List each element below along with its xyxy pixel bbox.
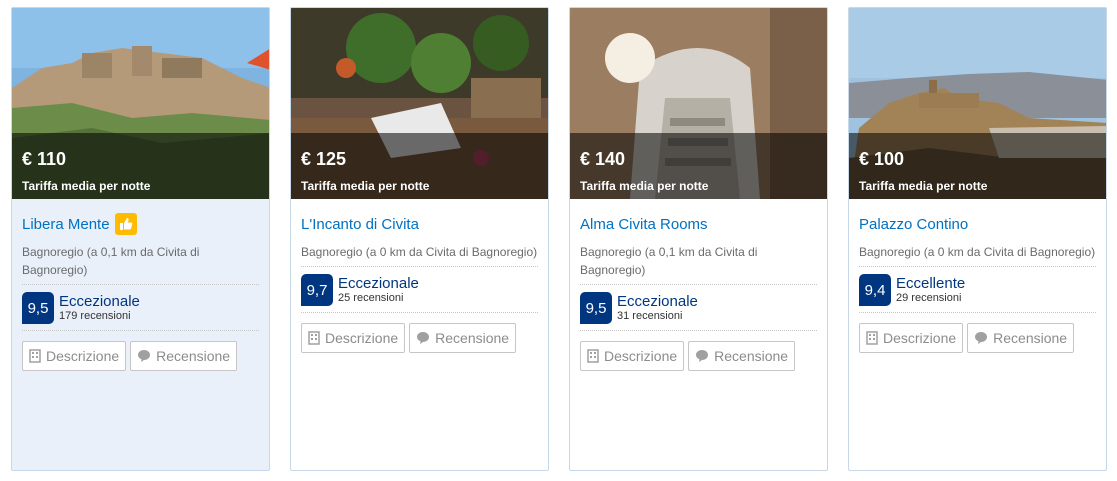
hotel-name-link[interactable]: Alma Civita Rooms <box>580 216 708 233</box>
review-count: 29 recensioni <box>896 291 962 304</box>
description-label: Descrizione <box>883 330 957 346</box>
speech-bubble-icon <box>696 350 709 362</box>
speech-bubble-icon <box>975 332 988 344</box>
price-caption: Tariffa media per notte <box>859 179 988 193</box>
score-badge: 9,5 <box>22 292 54 324</box>
description-button[interactable]: Descrizione <box>580 341 685 371</box>
hotel-name-link[interactable]: L'Incanto di Civita <box>301 216 419 233</box>
hotel-name-link[interactable]: Palazzo Contino <box>859 216 968 233</box>
price-caption: Tariffa media per notte <box>580 179 709 193</box>
rating-block: 9,5 Eccezionale 179 recensioni <box>22 285 259 331</box>
building-icon <box>308 331 320 345</box>
price-caption: Tariffa media per notte <box>301 179 430 193</box>
building-icon <box>866 331 878 345</box>
review-button[interactable]: Recensione <box>688 341 796 371</box>
description-button[interactable]: Descrizione <box>301 323 406 353</box>
hotel-card[interactable]: € 100 Tariffa media per notte Palazzo Co… <box>848 7 1107 471</box>
hotel-card[interactable]: € 140 Tariffa media per notte Alma Civit… <box>569 7 828 471</box>
thumbs-up-icon <box>114 213 137 235</box>
rating-label: Eccellente <box>896 274 966 292</box>
review-count: 31 recensioni <box>617 309 683 322</box>
description-button[interactable]: Descrizione <box>22 341 127 371</box>
price: € 140 <box>580 149 626 169</box>
speech-bubble-icon <box>138 350 151 362</box>
review-button[interactable]: Recensione <box>409 323 517 353</box>
hotel-name-link[interactable]: Libera Mente <box>22 216 110 233</box>
description-label: Descrizione <box>325 330 399 346</box>
score-badge: 9,5 <box>580 292 612 324</box>
hotel-photo[interactable]: € 110 Tariffa media per notte <box>12 8 269 199</box>
hotel-photo[interactable]: € 100 Tariffa media per notte <box>849 8 1106 199</box>
rating-label: Eccezionale <box>617 292 698 310</box>
location-text: Bagnoregio (a 0 km da Civita di Bagnoreg… <box>859 237 1096 267</box>
review-label: Recensione <box>156 348 231 364</box>
hotel-card[interactable]: € 110 Tariffa media per notte Libera Men… <box>11 7 270 471</box>
score-badge: 9,7 <box>301 274 333 306</box>
hotel-photo[interactable]: € 140 Tariffa media per notte <box>570 8 827 199</box>
hotel-card[interactable]: € 125 Tariffa media per notte L'Incanto … <box>290 7 549 471</box>
building-icon <box>587 349 599 363</box>
rating-block: 9,7 Eccezionale 25 recensioni <box>301 267 538 313</box>
building-icon <box>29 349 41 363</box>
price-caption: Tariffa media per notte <box>22 179 151 193</box>
review-count: 25 recensioni <box>338 291 404 304</box>
review-label: Recensione <box>714 348 789 364</box>
review-button[interactable]: Recensione <box>130 341 238 371</box>
description-button[interactable]: Descrizione <box>859 323 964 353</box>
review-button[interactable]: Recensione <box>967 323 1075 353</box>
speech-bubble-icon <box>417 332 430 344</box>
price: € 110 <box>22 149 67 169</box>
location-text: Bagnoregio (a 0,1 km da Civita di Bagnor… <box>580 237 817 285</box>
score-badge: 9,4 <box>859 274 891 306</box>
description-label: Descrizione <box>604 348 678 364</box>
review-label: Recensione <box>435 330 510 346</box>
review-label: Recensione <box>993 330 1068 346</box>
price: € 100 <box>859 149 905 169</box>
location-text: Bagnoregio (a 0,1 km da Civita di Bagnor… <box>22 237 259 285</box>
rating-block: 9,5 Eccezionale 31 recensioni <box>580 285 817 331</box>
price: € 125 <box>301 149 347 169</box>
rating-block: 9,4 Eccellente 29 recensioni <box>859 267 1096 313</box>
description-label: Descrizione <box>46 348 120 364</box>
location-text: Bagnoregio (a 0 km da Civita di Bagnoreg… <box>301 237 538 267</box>
review-count: 179 recensioni <box>59 309 131 322</box>
rating-label: Eccezionale <box>338 274 419 292</box>
rating-label: Eccezionale <box>59 292 140 310</box>
hotel-photo[interactable]: € 125 Tariffa media per notte <box>291 8 548 199</box>
